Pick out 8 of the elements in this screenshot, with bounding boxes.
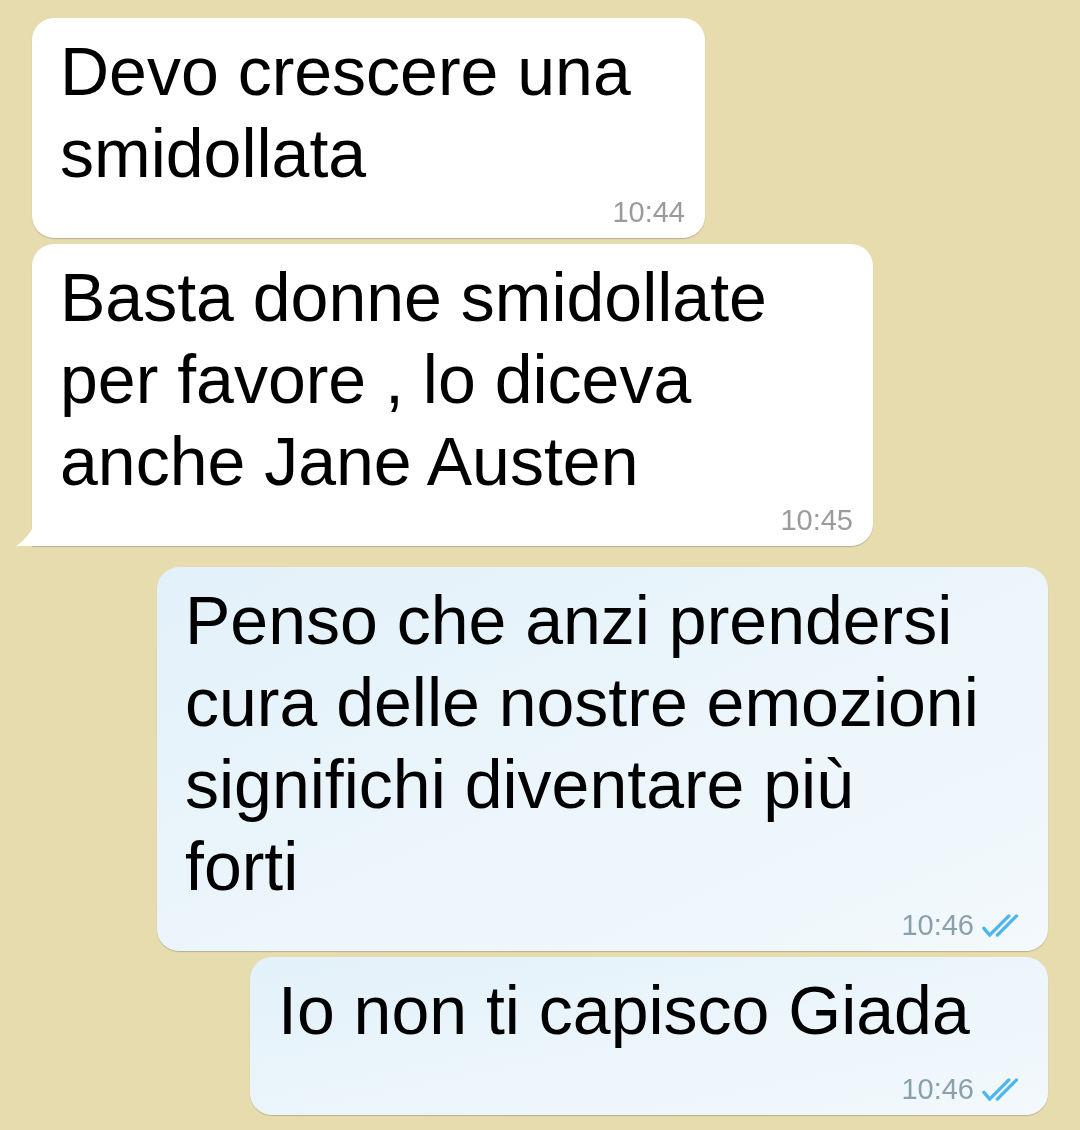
message-text: Basta donne smidollate per favore , lo diceva anche Jane Austen (60, 258, 768, 501)
message-time: 10:45 (780, 504, 853, 536)
message-time: 10:46 (901, 1073, 974, 1105)
message-time: 10:46 (901, 909, 974, 941)
message-text: Devo crescere una smidollata (60, 32, 632, 193)
message-text: Penso che anzi prendersi cura delle nostre emozioni significhi diventare più forti (185, 581, 980, 906)
message-time: 10:44 (612, 196, 685, 228)
message-text: Io non ti capisco Giada (278, 971, 971, 1050)
